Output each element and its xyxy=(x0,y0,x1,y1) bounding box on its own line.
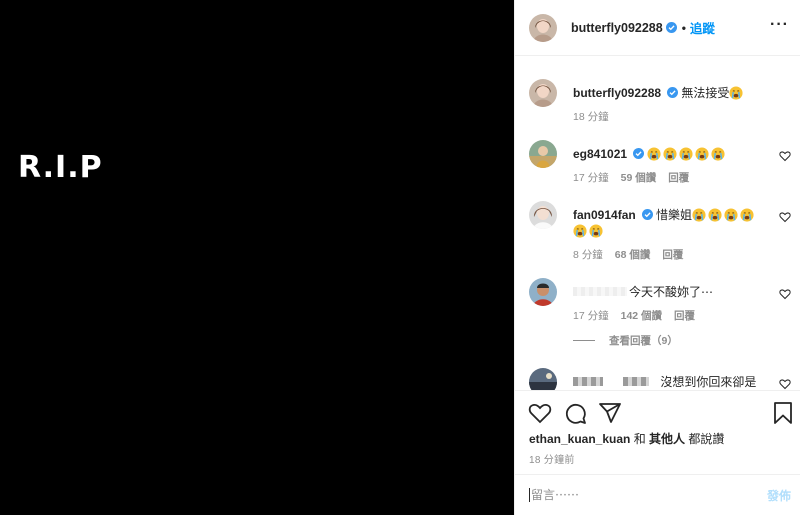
bookmark-icon[interactable] xyxy=(771,401,795,425)
comment-meta: 8 分鐘 68 個讚 回覆 xyxy=(573,247,683,262)
reply-button[interactable]: 回覆 xyxy=(674,308,695,323)
blurred-username xyxy=(573,287,627,296)
post-header: butterfly092288 • 追蹤 ··· xyxy=(515,0,800,56)
verified-badge-icon xyxy=(633,148,645,159)
comment-username[interactable]: fan0914fan xyxy=(573,208,636,222)
comment-time[interactable]: 17 分鐘 xyxy=(573,170,609,185)
crying-face-emoji xyxy=(740,208,754,222)
comment-meta: 17 分鐘 59 個讚 回覆 xyxy=(573,170,689,185)
avatar[interactable] xyxy=(529,201,557,229)
liked-by-username[interactable]: ethan_kuan_kuan xyxy=(529,432,630,446)
comment-text: 惜樂姐 xyxy=(656,208,693,222)
reply-button[interactable]: 回覆 xyxy=(662,247,683,262)
comment-username[interactable]: butterfly092288 xyxy=(573,86,661,100)
comment-likes[interactable]: 68 個讚 xyxy=(615,247,651,262)
avatar[interactable] xyxy=(529,368,557,390)
comment-input[interactable] xyxy=(531,488,767,502)
emoji-group xyxy=(729,86,745,100)
comment-icon[interactable] xyxy=(563,401,587,425)
comment-likes[interactable]: 142 個讚 xyxy=(621,308,662,323)
crying-face-emoji xyxy=(729,86,743,100)
post-button[interactable]: 發佈 xyxy=(767,487,791,504)
verified-badge-icon xyxy=(667,87,679,98)
comment-likes[interactable]: 59 個讚 xyxy=(621,170,657,185)
comment-username[interactable]: eg841021 xyxy=(573,147,627,161)
likes-connector: 和 xyxy=(630,432,650,446)
reply-button[interactable]: 回覆 xyxy=(668,170,689,185)
follow-button[interactable]: 追蹤 xyxy=(690,18,715,37)
view-replies-label: 查看回覆（9） xyxy=(609,335,678,347)
blurred-username xyxy=(573,377,603,386)
emoji-group xyxy=(647,147,727,161)
avatar[interactable] xyxy=(529,140,557,168)
reply-divider xyxy=(573,340,595,341)
text-caret xyxy=(529,488,530,502)
crying-face-emoji xyxy=(695,147,709,161)
comment-time[interactable]: 8 分鐘 xyxy=(573,247,603,262)
post-timestamp[interactable]: 18 分鐘前 xyxy=(529,451,575,466)
heart-icon[interactable] xyxy=(779,150,791,162)
comment-meta: 18 分鐘 xyxy=(573,109,609,124)
add-comment-bar: 發佈 xyxy=(515,474,800,515)
verified-badge-icon xyxy=(641,209,653,220)
post-media[interactable]: R.I.P xyxy=(0,0,514,515)
comment-text: 沒想到你回來卻是 xyxy=(660,375,757,389)
view-replies-button[interactable]: 查看回覆（9） xyxy=(573,333,678,348)
crying-face-emoji xyxy=(589,224,603,238)
comment-time[interactable]: 17 分鐘 xyxy=(573,308,609,323)
comment-text: 今天不酸妳了⋯ xyxy=(629,285,714,299)
crying-face-emoji xyxy=(711,147,725,161)
avatar[interactable] xyxy=(529,79,557,107)
heart-icon[interactable] xyxy=(779,378,791,390)
header-username[interactable]: butterfly092288 xyxy=(571,21,663,35)
avatar[interactable] xyxy=(529,278,557,306)
crying-face-emoji xyxy=(573,224,587,238)
heart-icon[interactable] xyxy=(779,211,791,223)
separator-dot: • xyxy=(681,20,686,35)
comment-time[interactable]: 18 分鐘 xyxy=(573,109,609,124)
verified-badge-icon xyxy=(665,22,677,33)
action-bar xyxy=(515,390,800,434)
media-text: R.I.P xyxy=(18,150,103,185)
avatar[interactable] xyxy=(529,13,557,42)
crying-face-emoji xyxy=(708,208,722,222)
likes-others-link[interactable]: 其他人 xyxy=(649,432,685,446)
crying-face-emoji xyxy=(724,208,738,222)
more-options-icon[interactable]: ··· xyxy=(770,17,789,33)
comment-text: 無法接受 xyxy=(681,86,730,100)
heart-icon[interactable] xyxy=(779,288,791,300)
like-heart-icon[interactable] xyxy=(528,401,552,425)
likes-summary: ethan_kuan_kuan 和 其他人 都說讚 xyxy=(529,430,724,447)
crying-face-emoji xyxy=(663,147,677,161)
crying-face-emoji xyxy=(647,147,661,161)
comments-list[interactable]: butterfly092288 無法接受 18 分鐘 eg841021 17 分… xyxy=(515,57,800,390)
post-side-panel: butterfly092288 • 追蹤 ··· butterfly092288… xyxy=(514,0,800,515)
comment-meta: 17 分鐘 142 個讚 回覆 xyxy=(573,308,695,323)
blurred-username xyxy=(623,377,649,386)
likes-suffix: 都說讚 xyxy=(685,432,725,446)
share-icon[interactable] xyxy=(598,401,622,425)
crying-face-emoji xyxy=(692,208,706,222)
crying-face-emoji xyxy=(679,147,693,161)
